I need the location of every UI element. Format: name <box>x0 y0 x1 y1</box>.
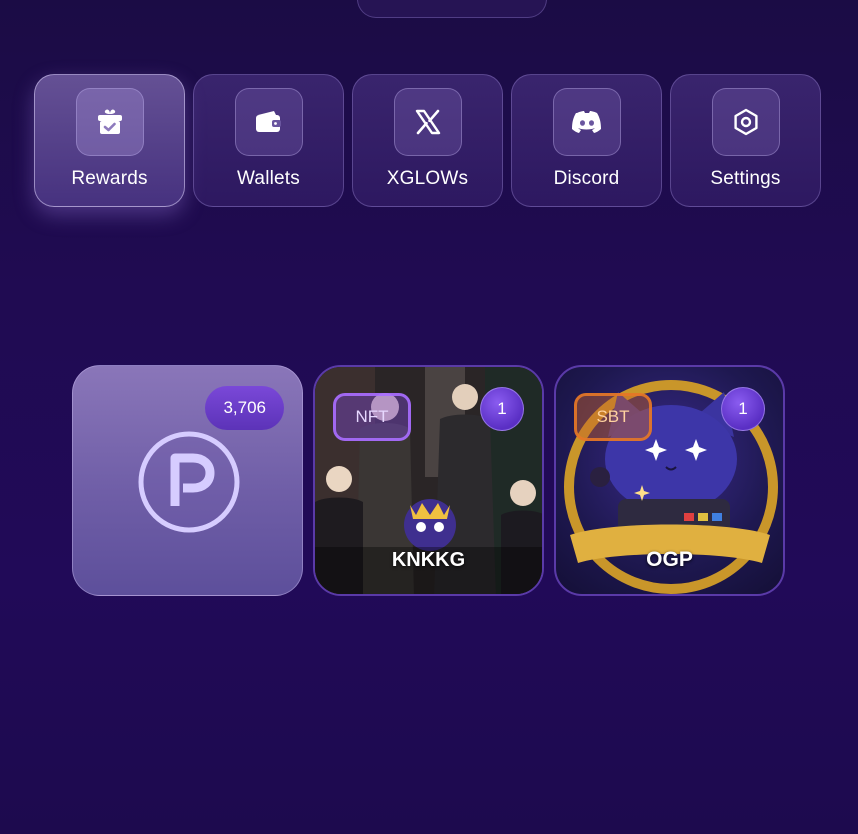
xglows-button[interactable]: XGLOWs <box>352 74 503 207</box>
nft-type-tag: NFT <box>333 393 411 441</box>
sbt-count-badge: 1 <box>721 387 765 431</box>
wallets-label: Wallets <box>237 168 300 189</box>
top-pill-button[interactable] <box>357 0 547 18</box>
points-count-badge: 3,706 <box>205 386 284 430</box>
collection-tiles: 3,706 NFT 1 KNKKG SBT 1 OGP <box>72 365 785 596</box>
discord-icon <box>552 88 621 156</box>
wallet-icon <box>234 88 303 156</box>
settings-label: Settings <box>710 168 781 189</box>
nft-title: KNKKG <box>391 549 466 571</box>
menu-row: Rewards Wallets XGLOWs Discord Settings <box>34 74 821 207</box>
x-logo-icon <box>393 88 462 156</box>
sbt-tile-ogp[interactable]: SBT 1 OGP <box>554 365 785 596</box>
discord-button[interactable]: Discord <box>511 74 662 207</box>
points-tile[interactable]: 3,706 <box>72 365 303 596</box>
nft-tile-knkkg[interactable]: NFT 1 KNKKG <box>313 365 544 596</box>
rewards-button[interactable]: Rewards <box>34 74 185 207</box>
nft-count-badge: 1 <box>480 387 524 431</box>
discord-label: Discord <box>553 168 620 189</box>
gear-icon <box>711 88 780 156</box>
gift-icon <box>75 88 144 156</box>
points-p-icon <box>138 431 240 533</box>
wallets-button[interactable]: Wallets <box>193 74 344 207</box>
settings-button[interactable]: Settings <box>670 74 821 207</box>
xglows-label: XGLOWs <box>386 168 469 189</box>
rewards-label: Rewards <box>71 168 148 189</box>
sbt-title: OGP <box>646 548 693 571</box>
sbt-type-tag: SBT <box>574 393 652 441</box>
